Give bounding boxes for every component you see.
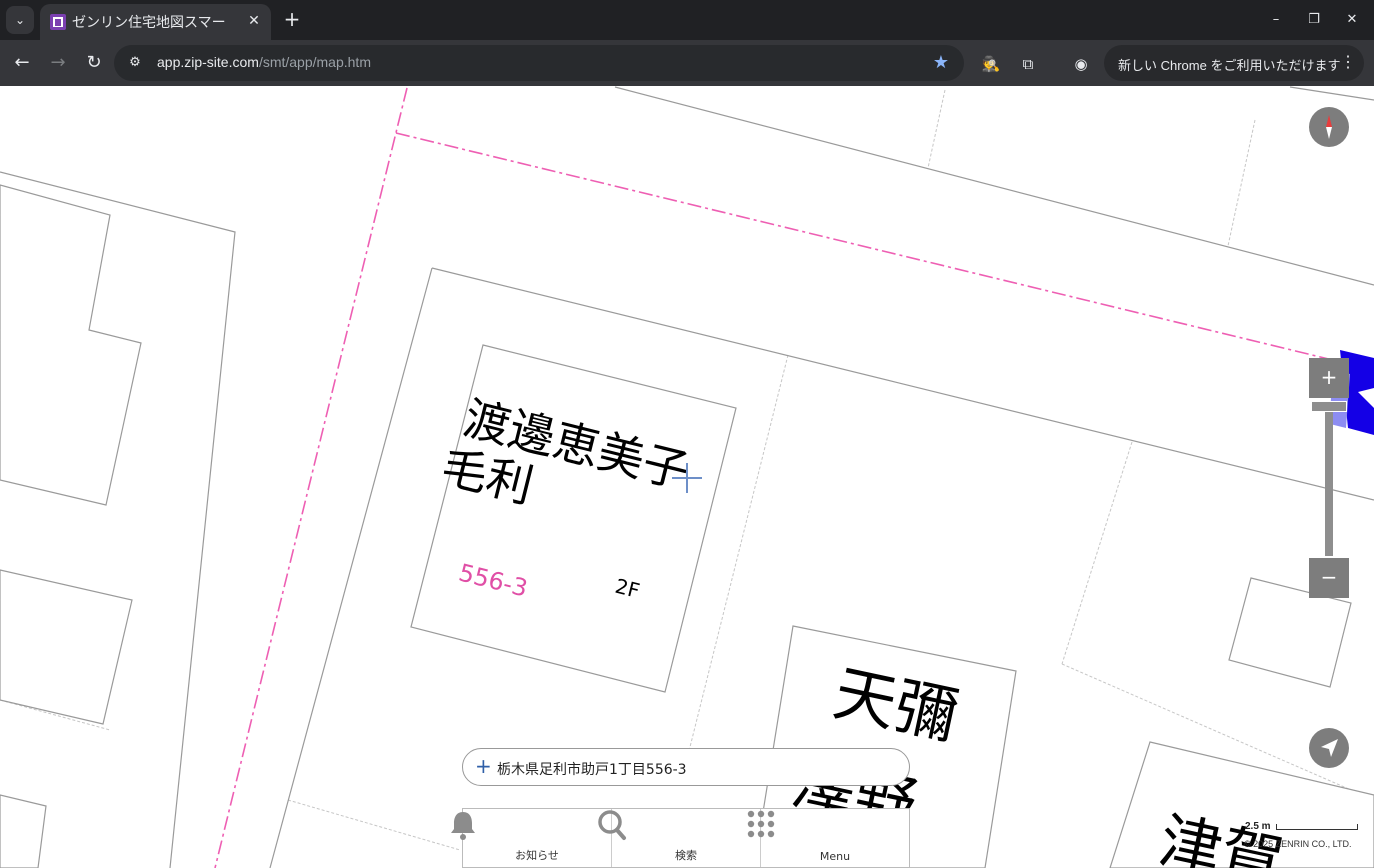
zoom-out-button[interactable]: − bbox=[1309, 558, 1349, 598]
url-host: app.zip-site.com bbox=[157, 54, 259, 70]
notifications-button[interactable]: お知らせ bbox=[451, 809, 612, 867]
extensions-puzzle-icon[interactable]: ⧉ bbox=[1017, 53, 1039, 75]
more-menu-icon[interactable]: ⋮ bbox=[1340, 52, 1356, 72]
tab-title: ゼンリン住宅地図スマー bbox=[72, 14, 226, 30]
bookmark-star-icon[interactable]: ★ bbox=[930, 52, 952, 74]
address-bar[interactable]: ⚙ app.zip-site.com/smt/app/map.htm ★ bbox=[114, 45, 964, 81]
current-location-button[interactable] bbox=[1309, 728, 1349, 768]
search-button[interactable]: 検索 bbox=[598, 809, 761, 867]
crosshair-plus-icon: + bbox=[475, 754, 492, 778]
tab-close-icon[interactable]: ✕ bbox=[245, 12, 263, 30]
new-tab-icon[interactable]: + bbox=[280, 8, 304, 32]
building-west-3 bbox=[0, 794, 47, 868]
browser-tab[interactable]: ゼンリン住宅地図スマー ✕ bbox=[40, 4, 271, 40]
profile-icon[interactable]: ◉ bbox=[1070, 53, 1092, 75]
address-display[interactable]: + 栃木県足利市助戸1丁目556-3 bbox=[462, 748, 910, 786]
menu-button[interactable]: Menu bbox=[747, 809, 909, 867]
window-close-icon[interactable]: ✕ bbox=[1341, 9, 1363, 31]
copyright-text: © 2025 ZENRIN CO., LTD. bbox=[1244, 839, 1352, 849]
search-label: 検索 bbox=[675, 849, 697, 862]
notifications-label: お知らせ bbox=[515, 849, 559, 862]
compass-icon[interactable] bbox=[1309, 107, 1349, 147]
building-556-3 bbox=[410, 344, 737, 693]
map-view[interactable]: 渡邊恵美子 毛利 2F 556-3 天彌 澤野 津賀 + − + 栃木県足利市助… bbox=[0, 86, 1374, 868]
zoom-slider-track[interactable] bbox=[1325, 402, 1333, 556]
zoom-in-button[interactable]: + bbox=[1309, 358, 1349, 398]
navigation-arrow-icon bbox=[1321, 739, 1338, 757]
bottom-menu: お知らせ 検索 Menu bbox=[451, 808, 910, 868]
reload-icon[interactable]: ↻ bbox=[81, 50, 107, 76]
back-arrow-icon[interactable]: ← bbox=[9, 50, 35, 76]
chrome-update-button[interactable]: 新しい Chrome をご利用いただけます ⋮ bbox=[1104, 45, 1364, 81]
tab-search-chevron-icon[interactable]: ⌄ bbox=[6, 6, 34, 34]
zenrin-favicon-icon bbox=[50, 14, 66, 30]
browser-tab-bar: ⌄ ゼンリン住宅地図スマー ✕ + – ❐ ✕ bbox=[0, 0, 1374, 40]
building-west-1 bbox=[0, 184, 142, 506]
grid-menu-icon bbox=[747, 810, 775, 838]
menu-label: Menu bbox=[819, 850, 851, 863]
parcel-line-west bbox=[214, 87, 408, 868]
building-west-2 bbox=[0, 569, 133, 725]
forward-arrow-icon[interactable]: → bbox=[45, 50, 71, 76]
extension-spy-icon[interactable]: 🕵 bbox=[980, 53, 1002, 75]
address-text: 栃木県足利市助戸1丁目556-3 bbox=[497, 762, 687, 778]
zoom-slider-handle[interactable] bbox=[1311, 401, 1347, 412]
url-text[interactable]: app.zip-site.com/smt/app/map.htm bbox=[157, 54, 371, 70]
update-label: 新しい Chrome をご利用いただけます bbox=[1118, 58, 1341, 73]
restore-icon[interactable]: ❐ bbox=[1303, 9, 1325, 31]
bell-icon bbox=[451, 812, 475, 840]
browser-toolbar: ← → ↻ ⚙ app.zip-site.com/smt/app/map.htm… bbox=[0, 40, 1374, 86]
site-info-icon[interactable]: ⚙ bbox=[126, 54, 144, 72]
scale-bar bbox=[1276, 824, 1358, 830]
compass-needle bbox=[1326, 115, 1332, 139]
minimize-icon[interactable]: – bbox=[1265, 9, 1287, 31]
search-icon bbox=[598, 810, 626, 840]
parcel-line-north bbox=[395, 132, 1374, 371]
scale-label: 2.5 m bbox=[1245, 821, 1271, 832]
url-path: /smt/app/map.htm bbox=[258, 54, 371, 70]
